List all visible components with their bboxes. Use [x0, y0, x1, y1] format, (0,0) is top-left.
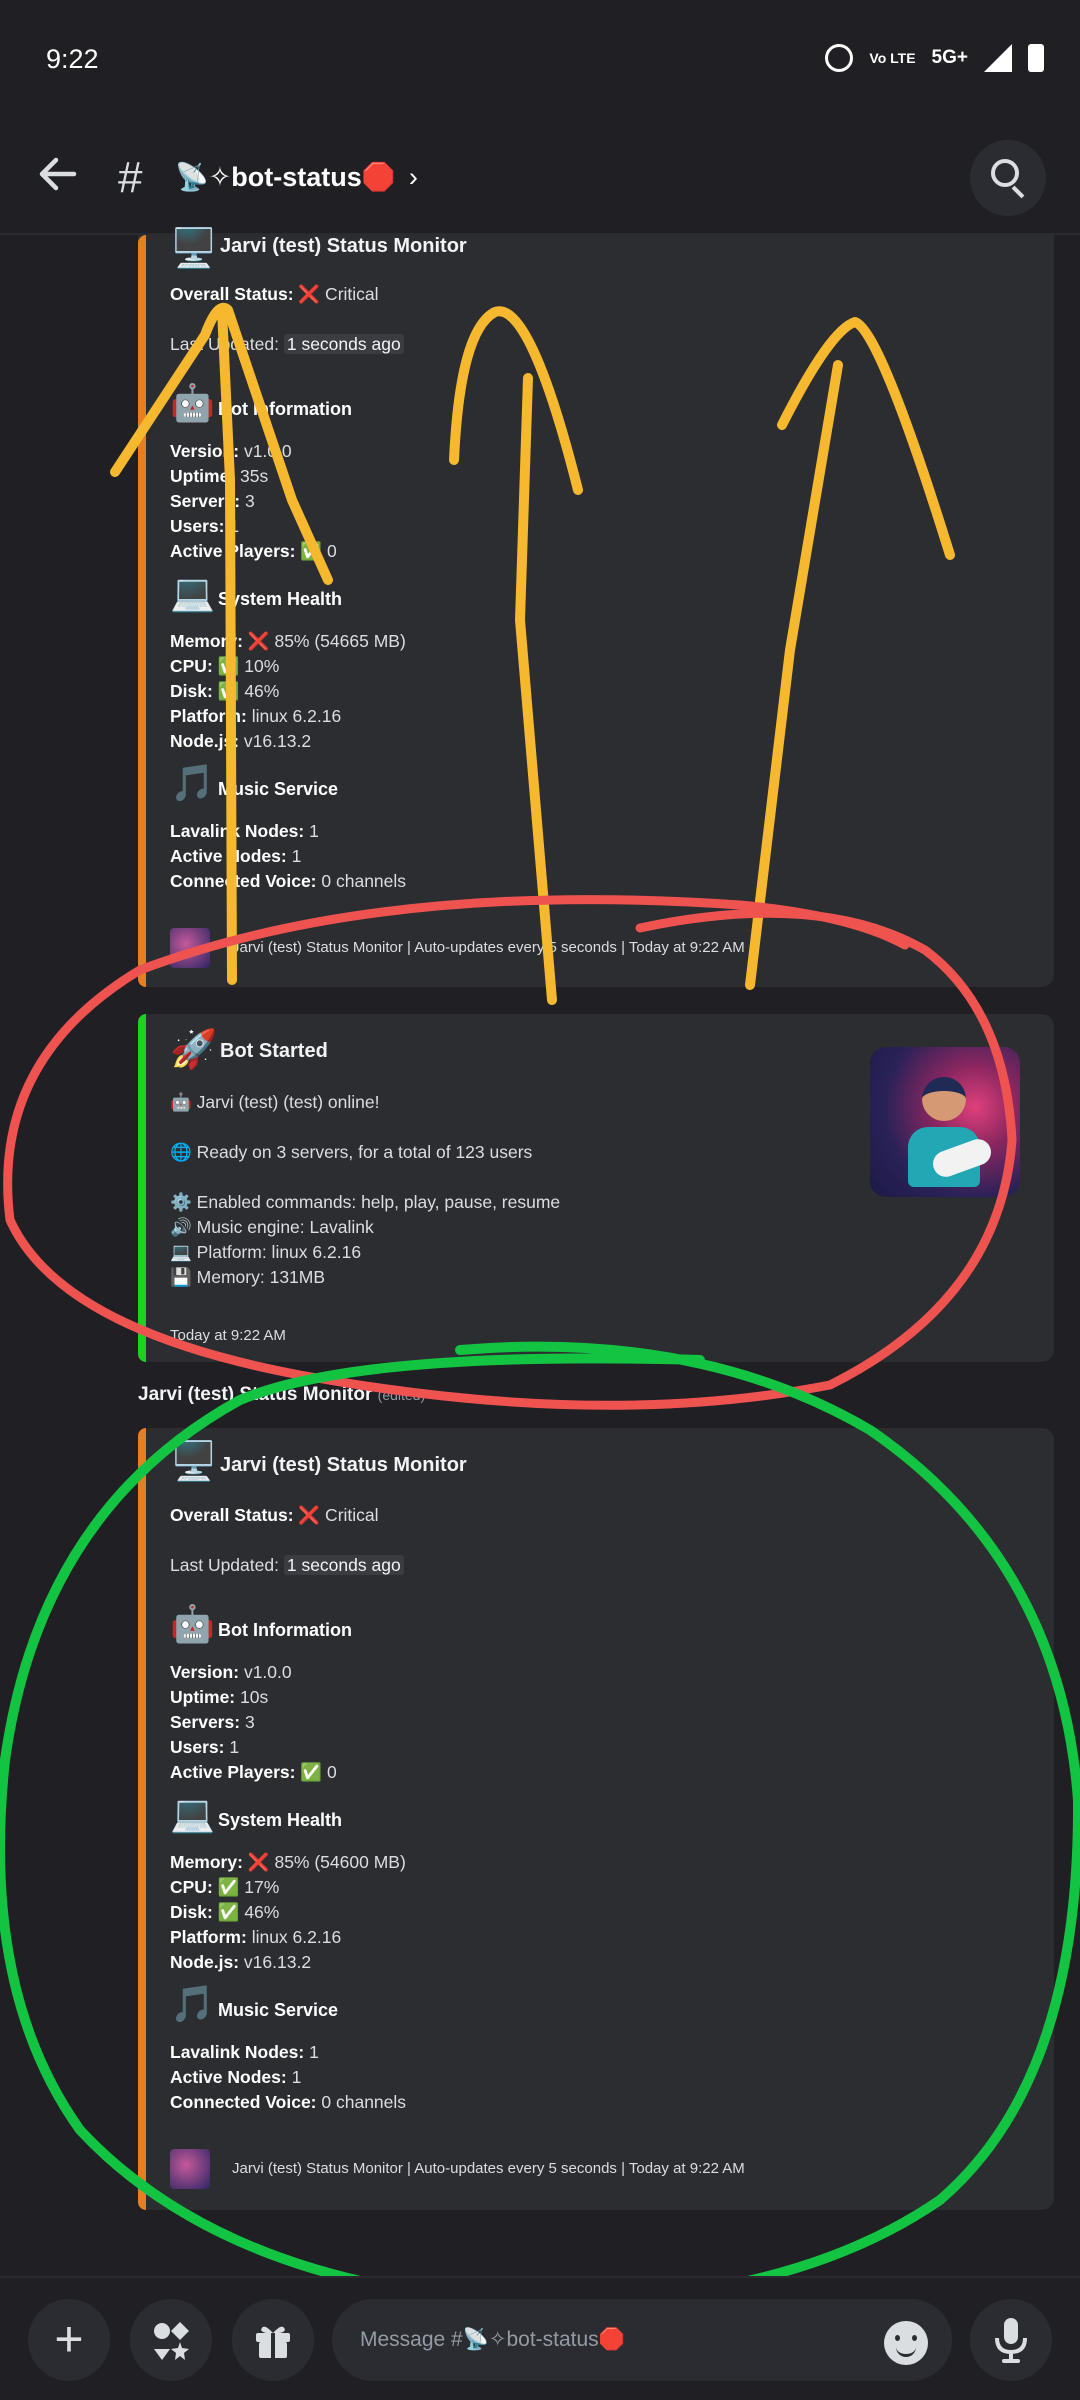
- bot-avatar: [170, 2149, 210, 2189]
- battery-icon: [1028, 44, 1044, 72]
- hash-icon: #: [118, 153, 143, 202]
- embed-title: Bot Started: [220, 1040, 328, 1062]
- music-note-icon: 🎵: [170, 762, 215, 803]
- last-updated: Last Updated: 1 seconds ago: [170, 334, 404, 355]
- clock: 9:22: [46, 44, 99, 74]
- status-bar: 9:22 Vo LTE 5G+: [0, 0, 1080, 125]
- floppy-disk-icon: 💾: [170, 1267, 192, 1287]
- embed-title: Jarvi (test) Status Monitor: [220, 235, 467, 257]
- overall-status: Overall Status: ❌ Critical: [170, 284, 379, 304]
- plus-icon[interactable]: +: [28, 2299, 110, 2381]
- section-title: System Health: [218, 589, 343, 609]
- status-monitor-embed: 🖥️ Jarvi (test) Status Monitor Overall S…: [138, 228, 1054, 987]
- bot-avatar: [170, 928, 210, 968]
- channel-title[interactable]: 📡✧bot-status🛑 ›: [175, 161, 418, 193]
- section-title: Music Service: [218, 2000, 339, 2020]
- laptop-icon: 💻: [170, 572, 215, 613]
- robot-icon: 🤖: [170, 1092, 192, 1112]
- bot-started-embed: 🚀 Bot Started 🤖 Jarvi (test) (test) onli…: [138, 1014, 1054, 1362]
- section-title: Music Service: [218, 779, 339, 799]
- section-title: Bot Information: [218, 1620, 352, 1640]
- robot-icon: 🤖: [170, 382, 215, 423]
- network-type: 5G+: [931, 47, 968, 68]
- search-button[interactable]: [970, 140, 1046, 216]
- search-icon: [991, 159, 1019, 187]
- emoji-icon[interactable]: [884, 2321, 928, 2365]
- section-title: System Health: [218, 1810, 343, 1830]
- channel-header: # 📡✧bot-status🛑 ›: [0, 125, 1080, 235]
- composer-bar: + Message #📡✧bot-status🛑: [0, 2276, 1080, 2400]
- computer-icon: 🖥️: [170, 228, 218, 270]
- computer-icon: 🖥️: [170, 1441, 218, 1483]
- chevron-right-icon: ›: [408, 162, 418, 192]
- section-title: Bot Information: [218, 399, 352, 419]
- laptop-icon: 💻: [170, 1242, 192, 1262]
- gift-icon[interactable]: [232, 2299, 314, 2381]
- overall-status: Overall Status: ❌ Critical: [170, 1505, 379, 1525]
- microphone-icon[interactable]: [970, 2299, 1052, 2381]
- embed-footer: Jarvi (test) Status Monitor | Auto-updat…: [232, 939, 745, 956]
- volte-icon: Vo LTE: [869, 50, 916, 66]
- embed-timestamp: Today at 9:22 AM: [170, 1327, 286, 1344]
- robot-icon: 🤖: [170, 1603, 215, 1644]
- message-input[interactable]: Message #📡✧bot-status🛑: [332, 2299, 952, 2381]
- music-note-icon: 🎵: [170, 1983, 215, 2024]
- status-monitor-embed: 🖥️ Jarvi (test) Status Monitor Overall S…: [138, 1428, 1054, 2210]
- globe-icon: 🌐: [170, 1142, 192, 1162]
- apps-icon[interactable]: [130, 2299, 212, 2381]
- last-updated: Last Updated: 1 seconds ago: [170, 1555, 404, 1576]
- message-author[interactable]: Jarvi (test) Status Monitor (edited): [138, 1384, 425, 1406]
- speaker-icon: 🔊: [170, 1217, 192, 1237]
- signal-icon: [984, 44, 1012, 72]
- bot-thumbnail-image[interactable]: [870, 1047, 1020, 1197]
- embed-footer: Jarvi (test) Status Monitor | Auto-updat…: [232, 2160, 745, 2177]
- laptop-icon: 💻: [170, 1793, 215, 1834]
- rocket-icon: 🚀: [170, 1029, 218, 1071]
- back-arrow-icon[interactable]: [34, 150, 90, 206]
- embed-title: Jarvi (test) Status Monitor: [220, 1454, 467, 1476]
- edited-label: (edited): [377, 1387, 426, 1403]
- gear-icon: ⚙️: [170, 1192, 192, 1212]
- alarm-icon: [825, 44, 854, 72]
